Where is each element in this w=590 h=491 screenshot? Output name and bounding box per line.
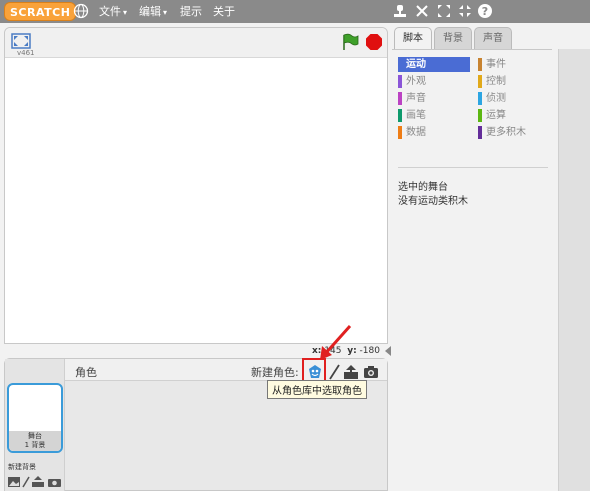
backdrop-library-icon[interactable] (8, 477, 20, 487)
category-motion[interactable]: 运动 (398, 57, 470, 72)
palette-message-empty: 没有运动类积木 (398, 196, 468, 207)
upload-sprite-icon[interactable] (343, 364, 359, 380)
caret-down-icon: ▾ (123, 8, 128, 17)
backdrop-upload-icon[interactable] (32, 476, 44, 487)
stop-icon[interactable] (365, 33, 383, 51)
grow-icon[interactable] (436, 3, 452, 19)
shrink-icon[interactable] (457, 3, 473, 19)
backdrop-camera-icon[interactable] (48, 479, 61, 487)
red-arrow-annotation (320, 325, 352, 360)
stage-panel[interactable]: v461 (4, 27, 388, 344)
new-backdrop-label: 新建背景 (8, 463, 36, 471)
category-pen[interactable]: 画笔 (398, 108, 470, 123)
editor-tabs: 脚本 背景 声音 (392, 27, 590, 50)
stage-thumbnail-column: 舞台 1 背景 新建背景 (5, 359, 65, 491)
svg-text:?: ? (482, 5, 488, 18)
category-looks[interactable]: 外观 (398, 74, 470, 89)
duplicate-stamp-icon[interactable] (392, 3, 408, 19)
menu-tips[interactable]: 提示 (180, 0, 202, 23)
globe-icon[interactable] (73, 3, 89, 19)
caret-down-icon: ▾ (163, 8, 168, 17)
camera-sprite-icon[interactable] (363, 364, 379, 380)
menu-edit[interactable]: 编辑 ▾ (139, 0, 167, 23)
script-area[interactable] (558, 49, 590, 491)
green-flag-icon[interactable] (341, 33, 359, 51)
menu-file[interactable]: 文件 ▾ (99, 0, 127, 23)
palette-divider (398, 167, 548, 168)
menu-about[interactable]: 关于 (213, 0, 235, 23)
category-events[interactable]: 事件 (478, 57, 550, 72)
scratch-logo[interactable]: SCRATCH (4, 2, 77, 21)
stage-thumbnail-name: 舞台 (28, 432, 42, 440)
tab-backdrops[interactable]: 背景 (434, 27, 472, 49)
palette-message-selected: 选中的舞台 (398, 182, 448, 193)
backdrop-tools (8, 476, 61, 488)
new-sprite-label: 新建角色: (251, 366, 299, 379)
category-more-blocks[interactable]: 更多积木 (478, 125, 550, 140)
category-data[interactable]: 数据 (398, 125, 470, 140)
category-operators[interactable]: 运算 (478, 108, 550, 123)
stage-thumbnail-caption: 舞台 1 背景 (9, 431, 61, 451)
fullscreen-icon[interactable] (11, 33, 31, 49)
category-sound[interactable]: 声音 (398, 91, 470, 106)
menu-file-label: 文件 (99, 5, 121, 18)
stage-thumbnail[interactable]: 舞台 1 背景 (7, 383, 63, 453)
version-label: v461 (17, 49, 35, 57)
block-palette: 运动 外观 声音 画笔 数据 事件 控制 侦测 运算 更多积木 选中的舞台 没有… (392, 49, 552, 491)
category-list: 运动 外观 声音 画笔 数据 事件 控制 侦测 运算 更多积木 (396, 54, 550, 164)
stage-header: v461 (5, 28, 387, 58)
category-sensing[interactable]: 侦测 (478, 91, 550, 106)
tab-scripts[interactable]: 脚本 (394, 27, 432, 50)
tab-sounds[interactable]: 声音 (474, 27, 512, 49)
help-icon[interactable]: ? (477, 3, 493, 19)
paint-sprite-icon[interactable] (327, 364, 343, 380)
collapse-arrow-icon[interactable] (385, 346, 391, 356)
menu-edit-label: 编辑 (139, 5, 161, 18)
backdrop-paint-icon[interactable] (22, 476, 30, 488)
stage-thumbnail-count: 1 背景 (24, 441, 46, 449)
sprite-pane-title: 角色 (75, 366, 97, 379)
sprite-library-tooltip: 从角色库中选取角色 (267, 380, 367, 399)
delete-scissors-icon[interactable] (414, 3, 430, 19)
top-menu-bar: SCRATCH 文件 ▾ 编辑 ▾ 提示 关于 ? (0, 0, 590, 23)
y-value: -180 (359, 346, 380, 356)
blocks-panel: 脚本 背景 声音 运动 外观 声音 画笔 数据 事件 控制 侦测 运算 更多积木… (392, 23, 590, 491)
category-control[interactable]: 控制 (478, 74, 550, 89)
